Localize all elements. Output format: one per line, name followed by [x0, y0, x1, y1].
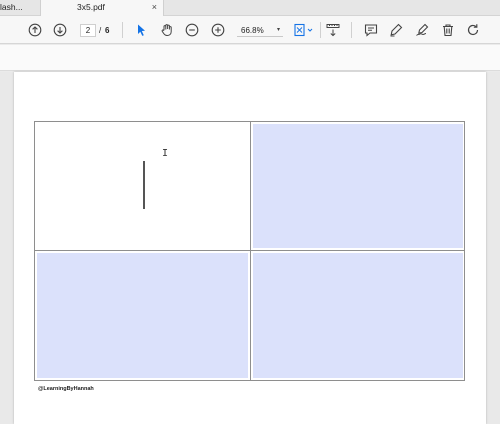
toolbar-divider	[351, 22, 352, 38]
ibeam-cursor-icon: I	[162, 148, 169, 159]
page-total: 6	[105, 26, 110, 35]
page-number-input[interactable]: 2	[80, 24, 96, 37]
tab-label: lash...	[0, 2, 23, 12]
chevron-down-icon: ▾	[276, 27, 280, 33]
zoom-value: 66.8%	[241, 26, 264, 35]
flashcard-top-right	[253, 124, 463, 248]
tab-active[interactable]: 3x5.pdf ×	[40, 0, 164, 16]
zoom-out-icon[interactable]	[184, 22, 200, 38]
sign-icon[interactable]	[414, 22, 430, 38]
zoom-dropdown[interactable]: 66.8% ▾	[237, 24, 283, 37]
tab-close-icon[interactable]: ×	[152, 0, 157, 15]
zoom-in-icon[interactable]	[210, 22, 226, 38]
tab-inactive[interactable]: lash...	[0, 0, 40, 16]
page-separator: /	[99, 26, 102, 35]
toolbar-divider	[122, 22, 123, 38]
grid-divider-vertical	[250, 122, 251, 380]
measure-icon[interactable]	[325, 22, 341, 38]
document-viewport[interactable]: I @LearningByHannah	[0, 72, 500, 424]
flashcard-bottom-right	[253, 253, 463, 378]
grid-divider-horizontal	[35, 250, 464, 251]
arrow-up-circle-icon[interactable]	[27, 22, 43, 38]
tab-strip: lash... 3x5.pdf ×	[0, 0, 500, 16]
arrow-down-circle-icon[interactable]	[52, 22, 68, 38]
toolbar-divider	[320, 22, 321, 38]
toolbar: 2 / 6 66.8% ▾	[0, 16, 500, 44]
select-arrow-icon[interactable]	[133, 22, 149, 38]
pen-icon[interactable]	[388, 22, 404, 38]
text-caret	[143, 161, 145, 209]
watermark-text: @LearningByHannah	[38, 386, 94, 392]
trash-icon[interactable]	[440, 22, 456, 38]
comment-icon[interactable]	[363, 22, 379, 38]
flashcard-bottom-left	[37, 253, 248, 378]
rotate-icon[interactable]	[465, 22, 481, 38]
fit-page-icon[interactable]	[291, 22, 317, 38]
pdf-page[interactable]: I @LearningByHannah	[14, 72, 486, 424]
hand-icon[interactable]	[159, 22, 175, 38]
tab-label: 3x5.pdf	[77, 2, 105, 12]
flashcard-grid: I	[34, 121, 465, 381]
secondary-toolbar	[0, 45, 500, 71]
